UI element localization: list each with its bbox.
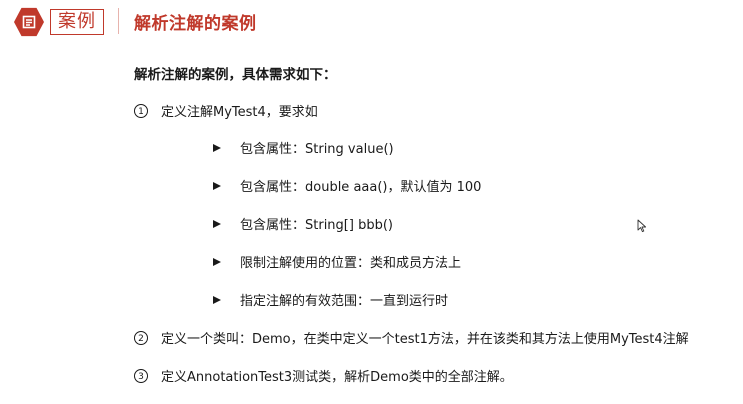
slide: 案例 解析注解的案例 解析注解的案例，具体需求如下： 1 定义注解MyTest4…: [0, 0, 743, 404]
bullet-text: 包含属性：double aaa()，默认值为 100: [240, 180, 482, 195]
bullet-text: 包含属性：String[] bbb(): [240, 218, 393, 233]
requirement-item: 3 定义AnnotationTest3测试类，解析Demo类中的全部注解。: [134, 366, 513, 385]
bullet-item: 包含属性：String[] bbb(): [213, 214, 393, 233]
mouse-pointer-icon: [637, 218, 647, 237]
requirement-text: 定义注解MyTest4，要求如: [161, 105, 318, 120]
requirement-text: 定义AnnotationTest3测试类，解析Demo类中的全部注解。: [161, 370, 513, 385]
circled-number: 2: [134, 330, 148, 345]
requirement-item: 2 定义一个类叫：Demo，在类中定义一个test1方法，并在该类和其方法上使用…: [134, 328, 689, 347]
arrow-bullet-icon: [213, 257, 221, 266]
bullet-item: 指定注解的有效范围：一直到运行时: [213, 290, 448, 309]
arrow-bullet-icon: [213, 295, 221, 304]
arrow-bullet-icon: [213, 143, 221, 152]
subtitle: 解析注解的案例，具体需求如下：: [134, 67, 337, 83]
bullet-item: 限制注解使用的位置：类和成员方法上: [213, 252, 461, 271]
circled-number: 1: [134, 103, 148, 118]
bullet-text: 限制注解使用的位置：类和成员方法上: [240, 256, 462, 271]
section-tag: 案例: [50, 9, 104, 35]
circled-number: 3: [134, 368, 148, 383]
page-title: 解析注解的案例: [134, 14, 257, 34]
bullet-text: 指定注解的有效范围：一直到运行时: [240, 294, 449, 309]
arrow-bullet-icon: [213, 181, 221, 190]
bullet-item: 包含属性：double aaa()，默认值为 100: [213, 176, 481, 195]
requirement-item: 1 定义注解MyTest4，要求如: [134, 101, 318, 120]
header-divider: [118, 8, 119, 34]
arrow-bullet-icon: [213, 219, 221, 228]
document-list-icon: [14, 7, 44, 37]
bullet-item: 包含属性：String value(): [213, 138, 394, 157]
requirement-text: 定义一个类叫：Demo，在类中定义一个test1方法，并在该类和其方法上使用My…: [161, 332, 689, 347]
section-header: 案例: [14, 6, 104, 38]
bullet-text: 包含属性：String value(): [240, 142, 394, 157]
